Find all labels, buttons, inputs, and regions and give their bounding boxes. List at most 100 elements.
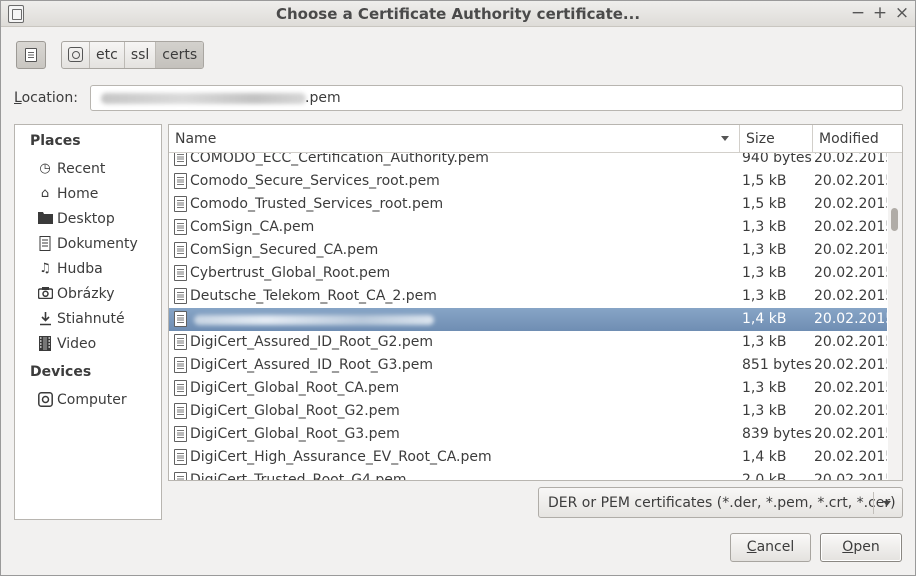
file-modified-cell: 20.02.2015	[814, 173, 887, 189]
text-file-icon	[174, 153, 187, 166]
vertical-scrollbar[interactable]	[888, 153, 902, 480]
type-location-toggle-button[interactable]	[16, 41, 46, 69]
document-icon	[37, 236, 53, 252]
table-row[interactable]: DigiCert_High_Assurance_EV_Root_CA.pem 1,…	[169, 446, 887, 469]
table-row[interactable]: DigiCert_Global_Root_G3.pem 839 bytes 20.0…	[169, 423, 887, 446]
file-size-cell: 1,5 kB	[742, 173, 787, 189]
location-value-redacted	[101, 93, 306, 104]
file-size-cell: 1,3 kB	[742, 380, 787, 396]
table-row-selected[interactable]: 1,4 kB 20.02.2015	[169, 308, 887, 331]
file-size-cell: 839 bytes	[742, 426, 812, 442]
file-name-cell: DigiCert_Global_Root_CA.pem	[190, 380, 400, 396]
open-label-rest: pen	[853, 539, 880, 555]
table-row[interactable]: Deutsche_Telekom_Root_CA_2.pem 1,3 kB 20.0…	[169, 285, 887, 308]
filter-divider	[873, 492, 874, 514]
file-modified-cell: 20.02.2015	[814, 380, 887, 396]
location-label-rest: ocation:	[21, 90, 78, 106]
file-name-cell: DigiCert_Global_Root_G2.pem	[190, 403, 400, 419]
open-button[interactable]: Open	[820, 533, 902, 562]
music-note-icon: ♫	[39, 261, 51, 276]
text-file-icon	[174, 265, 187, 281]
sidebar-item-label: Hudba	[57, 261, 103, 277]
table-row[interactable]: Comodo_Trusted_Services_root.pem 1,5 kB 20…	[169, 193, 887, 216]
file-size-cell: 851 bytes	[742, 357, 812, 373]
sidebar-item-home[interactable]: ⌂ Home	[37, 184, 98, 204]
sidebar-item-label: Home	[57, 186, 99, 202]
file-type-filter-select[interactable]: DER or PEM certificates (*.der, *.pem, *…	[538, 487, 903, 518]
path-segment-ssl[interactable]: ssl	[125, 42, 157, 68]
table-row[interactable]: DigiCert_Trusted_Root_G4.pem 2,0 kB 20.02.…	[169, 469, 887, 480]
file-size-cell: 1,4 kB	[742, 449, 787, 465]
cancel-mnemonic: C	[746, 539, 757, 555]
window-title: Choose a Certificate Authority certifica…	[275, 5, 641, 23]
text-file-icon	[174, 173, 187, 189]
file-size-cell: 1,3 kB	[742, 334, 787, 350]
file-name-cell: Comodo_Secure_Services_root.pem	[190, 173, 440, 189]
file-size-cell: 1,3 kB	[742, 288, 787, 304]
text-file-icon	[174, 288, 187, 304]
file-modified-cell: 20.02.2015	[814, 403, 887, 419]
text-file-icon	[174, 357, 187, 373]
column-header-size[interactable]: Size	[739, 125, 812, 153]
sort-descending-icon	[721, 136, 729, 141]
title-bar[interactable]: Choose a Certificate Authority certifica…	[1, 1, 915, 27]
sidebar-item-hudba[interactable]: ♫ Hudba	[37, 259, 103, 279]
cancel-button[interactable]: Cancel	[730, 533, 811, 562]
sidebar-item-computer[interactable]: Computer	[37, 390, 127, 410]
location-value-suffix: .pem	[305, 90, 341, 106]
camera-icon	[37, 286, 53, 302]
file-modified-cell: 20.02.2015	[814, 311, 887, 327]
sidebar-item-dokumenty[interactable]: Dokumenty	[37, 234, 138, 254]
home-icon: ⌂	[40, 186, 50, 201]
table-row[interactable]: DigiCert_Global_Root_G2.pem 1,3 kB 20.02.2…	[169, 400, 887, 423]
table-row[interactable]: DigiCert_Assured_ID_Root_G3.pem 851 bytes…	[169, 354, 887, 377]
table-row[interactable]: ComSign_Secured_CA.pem 1,3 kB 20.02.2015	[169, 239, 887, 262]
table-row[interactable]: COMODO_ECC_Certification_Authority.pem 94…	[169, 153, 887, 170]
location-label-mnemonic: L	[14, 90, 22, 106]
table-row[interactable]: DigiCert_Assured_ID_Root_G2.pem 1,3 kB 20.…	[169, 331, 887, 354]
devices-heading: Devices	[30, 364, 92, 380]
sidebar-item-label: Stiahnuté	[57, 311, 125, 327]
file-modified-cell: 20.02.2015	[814, 288, 887, 304]
sidebar-item-obrazky[interactable]: Obrázky	[37, 284, 114, 304]
text-file-icon	[174, 426, 187, 442]
column-header-modified[interactable]: Modified	[812, 125, 902, 153]
file-modified-cell: 20.02.2015	[814, 334, 887, 350]
sidebar-item-recent[interactable]: ◷ Recent	[37, 159, 105, 179]
table-row[interactable]: ComSign_CA.pem 1,3 kB 20.02.2015	[169, 216, 887, 239]
file-name-cell: ComSign_CA.pem	[190, 219, 315, 235]
path-segment-certs[interactable]: certs	[156, 42, 204, 68]
table-row[interactable]: DigiCert_Global_Root_CA.pem 1,3 kB 20.02.2…	[169, 377, 887, 400]
download-icon	[37, 311, 53, 327]
file-modified-cell: 20.02.2015	[814, 449, 887, 465]
sidebar-item-video[interactable]: Video	[37, 334, 96, 354]
text-file-icon	[174, 449, 187, 465]
text-file-icon	[174, 380, 187, 396]
sidebar-item-stiahnute[interactable]: Stiahnuté	[37, 309, 125, 329]
maximize-icon[interactable]: +	[871, 3, 889, 23]
sidebar-item-desktop[interactable]: Desktop	[37, 209, 115, 229]
minimize-icon[interactable]: −	[849, 3, 867, 23]
text-file-icon	[174, 472, 187, 480]
scrollbar-thumb[interactable]	[891, 208, 898, 231]
close-icon[interactable]: ×	[893, 3, 911, 23]
table-row[interactable]: Cybertrust_Global_Root.pem 1,3 kB 20.02.20…	[169, 262, 887, 285]
table-row[interactable]: Comodo_Secure_Services_root.pem 1,5 kB 20.…	[169, 170, 887, 193]
chevron-down-icon	[883, 501, 891, 506]
text-file-icon	[174, 334, 187, 350]
column-header-name[interactable]: Name	[169, 125, 739, 153]
file-name-cell: Deutsche_Telekom_Root_CA_2.pem	[190, 288, 437, 304]
file-size-cell: 1,3 kB	[742, 242, 787, 258]
file-size-cell: 1,3 kB	[742, 219, 787, 235]
folder-icon	[37, 211, 53, 227]
file-size-cell: 2,0 kB	[742, 472, 787, 480]
file-name-cell: DigiCert_Assured_ID_Root_G3.pem	[190, 357, 434, 373]
file-modified-cell: 20.02.2015	[814, 153, 887, 166]
file-name-cell: DigiCert_High_Assurance_EV_Root_CA.pem	[190, 449, 492, 465]
clock-icon: ◷	[39, 161, 51, 176]
file-name-cell: Cybertrust_Global_Root.pem	[190, 265, 391, 281]
file-modified-cell: 20.02.2015	[814, 196, 887, 212]
path-segment-etc[interactable]: etc	[90, 42, 125, 68]
path-root-button[interactable]	[62, 42, 90, 68]
file-chooser-dialog: Choose a Certificate Authority certifica…	[0, 0, 916, 576]
